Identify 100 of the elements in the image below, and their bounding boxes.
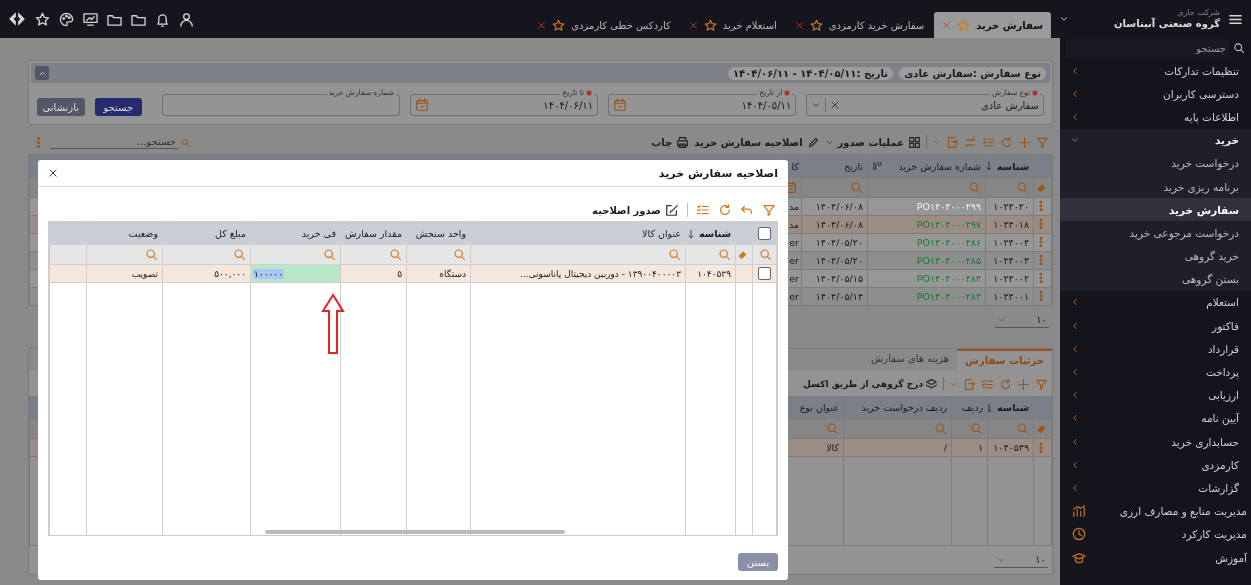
checklist-icon[interactable] bbox=[981, 377, 994, 391]
document-tab[interactable]: سفارش خرید کارمزدی bbox=[786, 12, 933, 38]
column-header[interactable]: فی خرید bbox=[250, 222, 341, 245]
sidebar-search-field[interactable]: جستجو bbox=[1066, 39, 1229, 57]
table-search-field[interactable]: جستجو... bbox=[50, 135, 178, 150]
logo-icon[interactable] bbox=[8, 10, 26, 28]
sidebar-item[interactable]: حسابداری خرید bbox=[1060, 430, 1251, 454]
add-icon[interactable] bbox=[1018, 136, 1031, 149]
row-checkbox[interactable] bbox=[758, 267, 771, 280]
chevron-left-icon[interactable] bbox=[1070, 343, 1080, 354]
add-icon[interactable] bbox=[1017, 377, 1030, 391]
star-icon[interactable] bbox=[957, 18, 971, 32]
sidebar-item[interactable]: کارمزدی bbox=[1060, 453, 1251, 477]
dialog-title: اصلاحیه سفارش خرید bbox=[658, 166, 778, 180]
sidebar-subitem[interactable]: درخواست مرجوعی خرید bbox=[1060, 221, 1251, 245]
sidebar-item[interactable]: ارزیابی bbox=[1060, 383, 1251, 407]
search-icon[interactable] bbox=[1233, 42, 1245, 54]
column-header[interactable]: شناسه bbox=[685, 222, 736, 245]
checklist-icon[interactable] bbox=[982, 136, 995, 149]
select-all-checkbox[interactable] bbox=[758, 227, 771, 240]
star-icon[interactable] bbox=[809, 18, 823, 32]
column-header[interactable]: ردیف bbox=[951, 396, 988, 419]
chevron-left-icon[interactable] bbox=[1070, 65, 1080, 76]
chevron-left-icon[interactable] bbox=[1070, 390, 1080, 401]
monitor-chart-icon[interactable] bbox=[83, 11, 98, 27]
chevron-left-icon[interactable] bbox=[1070, 459, 1080, 470]
sidebar-item[interactable]: خرید bbox=[1060, 128, 1251, 152]
palette-icon[interactable] bbox=[59, 11, 74, 27]
export-icon[interactable] bbox=[963, 377, 976, 391]
sidebar-subitem[interactable]: بستن گروهی bbox=[1060, 267, 1251, 291]
clear-icon[interactable] bbox=[830, 100, 841, 110]
sidebar-item[interactable]: آیین نامه bbox=[1060, 406, 1251, 430]
details-tab[interactable]: هزینه های سفارش bbox=[863, 349, 958, 370]
column-header[interactable]: تاریخ bbox=[801, 155, 868, 178]
chevron-left-icon[interactable] bbox=[1070, 436, 1080, 447]
user-icon[interactable] bbox=[179, 11, 194, 27]
column-header[interactable]: مبلغ کل bbox=[162, 222, 251, 245]
chevron-left-icon[interactable] bbox=[1070, 320, 1080, 331]
column-header[interactable]: ردیف درخواست خرید bbox=[843, 396, 952, 419]
issue-operations-menu[interactable]: عملیات صدور bbox=[824, 136, 921, 149]
filter-icon[interactable] bbox=[1035, 377, 1048, 391]
export-icon[interactable] bbox=[946, 136, 959, 149]
column-header[interactable]: شناسه bbox=[987, 396, 1034, 419]
sidebar-subitem[interactable]: سفارش خرید bbox=[1060, 198, 1251, 222]
chevron-left-icon[interactable] bbox=[1070, 297, 1080, 308]
column-header[interactable]: واحد سنجش bbox=[406, 222, 471, 245]
star-icon[interactable] bbox=[552, 18, 566, 32]
star-icon[interactable] bbox=[703, 18, 717, 32]
search-button[interactable]: جستجو bbox=[94, 98, 143, 116]
sidebar-item[interactable]: استعلام bbox=[1060, 290, 1251, 315]
close-icon[interactable] bbox=[48, 168, 58, 178]
company-name[interactable]: گروه صنعتی آنیتاسان bbox=[1077, 17, 1220, 30]
column-header[interactable]: عنوان کالا bbox=[470, 222, 686, 245]
unit-price-input[interactable]: ۱۰۰۰۰۰ bbox=[251, 265, 340, 282]
column-header[interactable]: وضعیت bbox=[86, 222, 163, 245]
refresh-icon[interactable] bbox=[999, 377, 1012, 391]
filter-icon[interactable] bbox=[762, 203, 776, 217]
column-header[interactable]: شناسه bbox=[985, 155, 1034, 178]
document-tab[interactable]: استعلام خرید bbox=[680, 12, 785, 38]
sidebar-item[interactable]: دسترسی کاربران bbox=[1060, 82, 1251, 106]
page-size-select[interactable]: ۱۰ bbox=[995, 312, 1049, 328]
eraser-icon[interactable] bbox=[737, 249, 748, 260]
reset-button[interactable]: بازنشانی bbox=[37, 98, 85, 116]
scrollbar[interactable] bbox=[265, 530, 565, 534]
bell-icon[interactable] bbox=[155, 11, 170, 27]
excel-import-button[interactable]: درج گروهی از طریق اکسل bbox=[803, 377, 938, 391]
undo-icon[interactable] bbox=[740, 203, 754, 217]
page-size-select[interactable]: ۱۰ bbox=[994, 552, 1048, 568]
company-caption: شرکت جاری bbox=[1176, 8, 1220, 18]
column-header[interactable]: مقدار سفارش bbox=[340, 222, 407, 245]
sidebar-item[interactable]: فاکتور bbox=[1060, 314, 1251, 338]
checklist-icon[interactable] bbox=[696, 203, 710, 217]
column-header[interactable]: شماره سفارش خرید bbox=[867, 155, 986, 178]
document-tab[interactable]: کاردکس خطی کارمزدی bbox=[529, 12, 679, 38]
collapse-button[interactable] bbox=[35, 66, 49, 80]
document-tab[interactable]: سفارش خرید bbox=[934, 12, 1051, 38]
sidebar-item[interactable]: قرارداد bbox=[1060, 337, 1251, 361]
filter-icon[interactable] bbox=[1036, 136, 1049, 149]
sidebar-subitem[interactable]: خرید گروهی bbox=[1060, 244, 1251, 268]
chevron-left-icon[interactable] bbox=[1070, 88, 1080, 99]
chevron-left-icon[interactable] bbox=[1070, 111, 1080, 122]
amend-order-button[interactable]: اصلاحیه سفارش خرید bbox=[694, 136, 820, 149]
refresh-icon[interactable] bbox=[718, 203, 732, 217]
sidebar-item[interactable]: اطلاعات پایه bbox=[1060, 105, 1251, 129]
swap-icon[interactable] bbox=[964, 136, 977, 149]
issue-amendment-button[interactable]: صدور اصلاحیه bbox=[592, 203, 679, 217]
eraser-icon[interactable] bbox=[1036, 182, 1047, 193]
sidebar-subitem[interactable]: درخواست خرید bbox=[1060, 151, 1251, 175]
sidebar-item[interactable]: تنظیمات تدارکات bbox=[1060, 59, 1251, 83]
print-button[interactable]: چاپ bbox=[651, 136, 690, 149]
chevron-left-icon[interactable] bbox=[1070, 367, 1080, 378]
sidebar-item[interactable]: پرداخت bbox=[1060, 360, 1251, 384]
column-header[interactable]: عنوان نوع bbox=[787, 396, 844, 419]
chevron-down-icon[interactable] bbox=[1059, 14, 1069, 24]
eraser-icon[interactable] bbox=[1036, 423, 1047, 434]
chevron-left-icon[interactable] bbox=[1070, 413, 1080, 424]
refresh-icon[interactable] bbox=[1000, 136, 1013, 149]
sidebar-subitem[interactable]: برنامه ریزی خرید bbox=[1060, 174, 1251, 199]
sidebar-item[interactable]: گزارشات bbox=[1060, 476, 1251, 500]
chevron-left-icon[interactable] bbox=[1070, 482, 1080, 493]
